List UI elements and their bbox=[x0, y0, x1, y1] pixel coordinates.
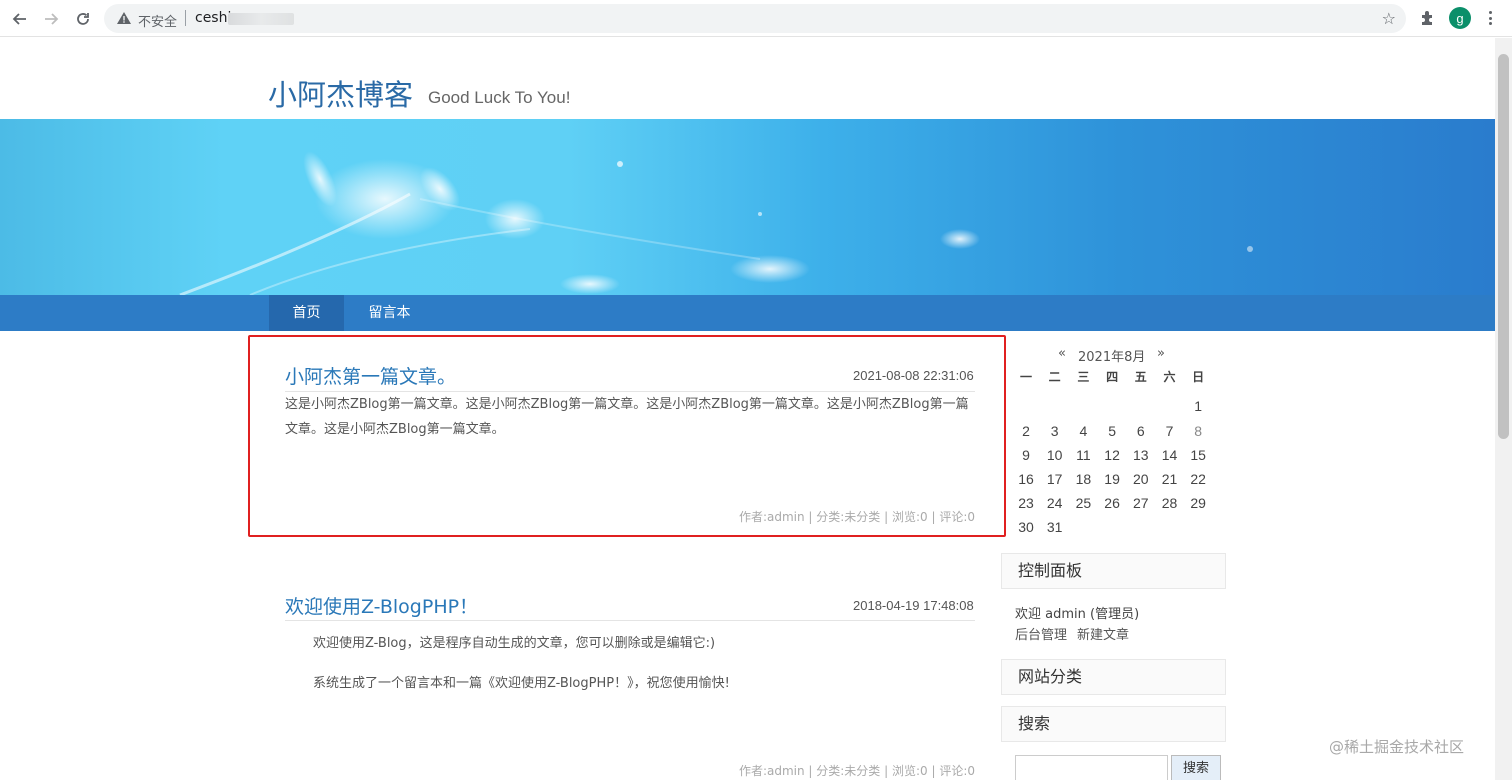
calendar-day: 13 bbox=[1133, 447, 1149, 463]
forward-arrow-icon[interactable] bbox=[40, 8, 62, 30]
calendar-day: 18 bbox=[1075, 471, 1092, 487]
calendar-day: 4 bbox=[1079, 423, 1088, 439]
post-paragraph-2a: 欢迎使用Z-Blog，这是程序自动生成的文章，您可以删除或是编辑它:) bbox=[313, 636, 716, 651]
calendar-prev[interactable]: « bbox=[1058, 346, 1066, 361]
address-bar[interactable]: 不安全 ceshi ☆ bbox=[104, 4, 1406, 33]
calendar-weekday: 一 bbox=[1019, 370, 1032, 384]
calendar-day: 24 bbox=[1046, 495, 1063, 511]
post-meta-2: 作者:admin | 分类:未分类 | 浏览:0 | 评论:0 bbox=[738, 764, 975, 778]
browser-toolbar: 不安全 ceshi ☆ g bbox=[0, 0, 1512, 37]
calendar-day: 6 bbox=[1136, 423, 1145, 439]
calendar-day: 9 bbox=[1022, 447, 1030, 463]
calendar-day: 12 bbox=[1104, 447, 1120, 463]
post-paragraph-2b: 系统生成了一个留言本和一篇《欢迎使用Z-BlogPHP！》，祝您使用愉快! bbox=[313, 676, 730, 691]
back-arrow-icon[interactable] bbox=[9, 8, 31, 30]
reload-icon[interactable] bbox=[72, 8, 94, 30]
calendar-day: 5 bbox=[1108, 423, 1116, 439]
post-divider-2 bbox=[285, 620, 975, 621]
calendar-day: 29 bbox=[1190, 495, 1206, 511]
calendar-day: 26 bbox=[1104, 495, 1120, 511]
calendar-day: 15 bbox=[1190, 447, 1206, 463]
search-heading: 搜索 bbox=[1001, 706, 1226, 742]
calendar-day: 23 bbox=[1018, 495, 1034, 511]
calendar-weekday: 四 bbox=[1106, 370, 1119, 384]
calendar-next[interactable]: » bbox=[1157, 346, 1165, 361]
profile-avatar[interactable]: g bbox=[1449, 7, 1471, 29]
calendar-day: 3 bbox=[1050, 423, 1059, 439]
calendar-day: 10 bbox=[1046, 447, 1063, 463]
browser-menu-icon[interactable] bbox=[1483, 9, 1497, 27]
warning-triangle-icon bbox=[117, 12, 131, 24]
omnibox-separator bbox=[185, 10, 186, 26]
calendar-weekday: 三 bbox=[1077, 370, 1090, 384]
post-date-1: 2021-08-08 22:31:06 bbox=[853, 368, 974, 383]
calendar-day: 2 bbox=[1022, 423, 1030, 439]
calendar-day: 14 bbox=[1161, 447, 1178, 463]
search-button[interactable]: 搜索 bbox=[1171, 755, 1221, 780]
post-title-2[interactable]: 欢迎使用Z-BlogPHP！ bbox=[285, 592, 478, 619]
nav-guestbook[interactable]: 留言本 bbox=[352, 295, 427, 331]
post-meta-1: 作者:admin | 分类:未分类 | 浏览:0 | 评论:0 bbox=[738, 510, 975, 524]
header-banner bbox=[0, 119, 1495, 295]
url-text: ceshi bbox=[195, 10, 232, 26]
search-input[interactable] bbox=[1015, 755, 1168, 780]
calendar-weekday: 二 bbox=[1048, 370, 1061, 384]
bookmark-star-icon[interactable]: ☆ bbox=[1382, 9, 1396, 28]
welcome-text: 欢迎 admin (管理员) bbox=[1015, 607, 1140, 622]
extensions-puzzle-icon[interactable] bbox=[1419, 9, 1437, 27]
categories-heading: 网站分类 bbox=[1001, 659, 1226, 695]
calendar-weekday: 日 bbox=[1192, 370, 1205, 384]
calendar-day: 21 bbox=[1161, 471, 1178, 487]
insecure-label: 不安全 bbox=[138, 15, 178, 30]
calendar-month: 2021年8月 bbox=[1078, 350, 1146, 365]
calendar-day: 11 bbox=[1076, 447, 1091, 463]
new-post-link[interactable]: 新建文章 bbox=[1077, 624, 1129, 643]
calendar-day: 30 bbox=[1018, 519, 1034, 535]
calendar-day: 17 bbox=[1046, 471, 1063, 487]
calendar-day: 19 bbox=[1104, 471, 1120, 487]
main-nav-bar bbox=[0, 295, 1495, 331]
post-date-2: 2018-04-19 17:48:08 bbox=[853, 598, 974, 613]
calendar-day: 1 bbox=[1194, 398, 1203, 414]
page-scrollbar-thumb[interactable] bbox=[1498, 54, 1509, 439]
calendar-day: 22 bbox=[1190, 471, 1206, 487]
calendar-day: 31 bbox=[1046, 519, 1063, 535]
calendar-day: 20 bbox=[1133, 471, 1149, 487]
nav-home[interactable]: 首页 bbox=[269, 295, 344, 331]
post-title-1[interactable]: 小阿杰第一篇文章。 bbox=[285, 362, 456, 389]
admin-link[interactable]: 后台管理 bbox=[1015, 624, 1067, 643]
calendar-day[interactable]: 8 bbox=[1184, 423, 1212, 439]
post-body-1: 这是小阿杰ZBlog第一篇文章。这是小阿杰ZBlog第一篇文章。这是小阿杰ZBl… bbox=[285, 397, 969, 437]
control-panel-heading: 控制面板 bbox=[1001, 553, 1226, 589]
watermark: @稀土掘金技术社区 bbox=[1329, 738, 1465, 756]
calendar-day: 27 bbox=[1133, 495, 1149, 511]
site-subtitle: Good Luck To You! bbox=[428, 88, 571, 107]
calendar-day: 28 bbox=[1161, 495, 1178, 511]
calendar-weekday: 六 bbox=[1163, 370, 1176, 384]
calendar-weekday: 五 bbox=[1134, 370, 1147, 384]
calendar-day: 16 bbox=[1018, 471, 1034, 487]
blurred-url-part bbox=[228, 13, 294, 25]
calendar-day: 7 bbox=[1165, 423, 1174, 439]
site-title[interactable]: 小阿杰博客 bbox=[268, 72, 413, 114]
calendar-day: 25 bbox=[1075, 495, 1092, 511]
